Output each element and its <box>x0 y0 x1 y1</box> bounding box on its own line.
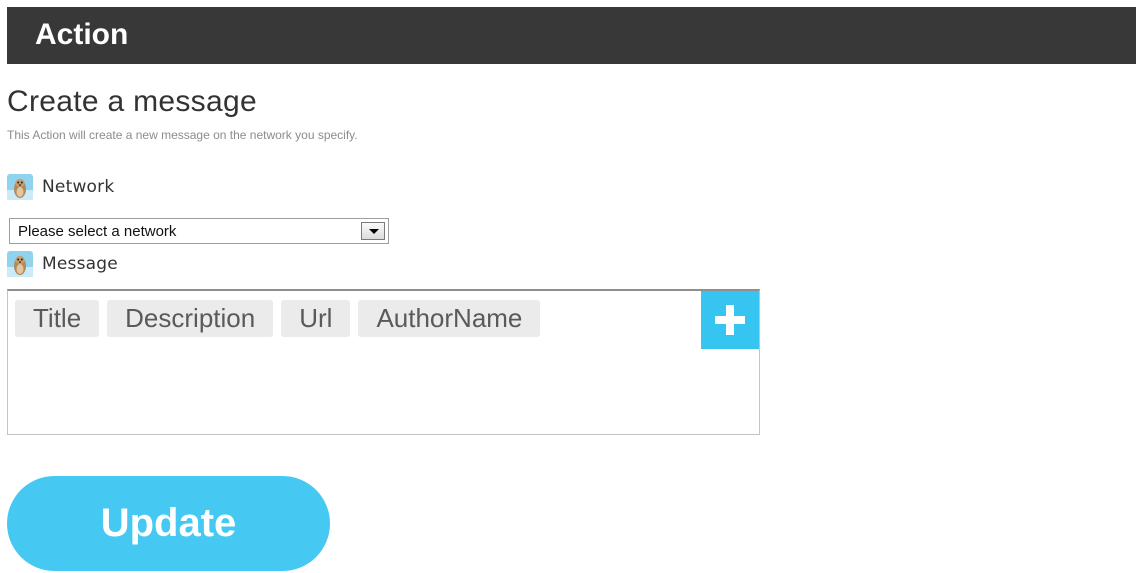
message-field-header: Message <box>7 250 118 278</box>
network-select[interactable]: Please select a network <box>9 218 389 244</box>
network-select-value: Please select a network <box>18 223 177 240</box>
message-editor[interactable]: Title Description Url AuthorName <box>7 289 760 435</box>
page-subtitle: This Action will create a new message on… <box>7 128 358 142</box>
header-title: Action <box>35 18 129 51</box>
add-token-button[interactable] <box>701 291 759 349</box>
network-field-header: Network <box>7 173 114 201</box>
chevron-down-icon[interactable] <box>361 222 385 240</box>
token-description[interactable]: Description <box>107 300 274 337</box>
page-title: Create a message <box>7 85 257 118</box>
page-root: Action Create a message This Action will… <box>0 0 1136 573</box>
token-title[interactable]: Title <box>15 300 100 337</box>
token-url[interactable]: Url <box>281 300 351 337</box>
update-button[interactable]: Update <box>7 476 330 571</box>
plus-icon <box>715 305 745 335</box>
action-header: Action <box>7 7 1136 64</box>
token-list: Title Description Url AuthorName <box>15 300 541 337</box>
token-authorname[interactable]: AuthorName <box>358 300 541 337</box>
meerkat-icon <box>7 251 33 277</box>
network-label: Network <box>42 177 115 197</box>
message-label: Message <box>42 254 118 274</box>
meerkat-icon <box>7 174 33 200</box>
